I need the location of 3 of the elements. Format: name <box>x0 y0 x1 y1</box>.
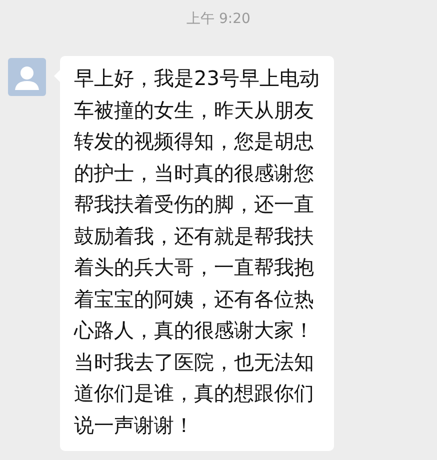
message-timestamp: 上午 9:20 <box>186 10 252 29</box>
avatar-icon[interactable] <box>8 58 46 96</box>
message-bubble[interactable]: 早上好，我是23号早上电动车被撞的女生，昨天从朋友转发的视频得知，您是胡忠的护士，当时真的很感谢您帮我扶着受伤的脚，还一直鼓励着我，还有就是帮我扶着头的兵大哥，一直帮我抱着宝宝的阿姨，还有各位热心路人，真的很感谢大家！当时我去了医院，也无法知道你们是谁，真的想跟你们说一声谢谢！ <box>60 56 334 451</box>
